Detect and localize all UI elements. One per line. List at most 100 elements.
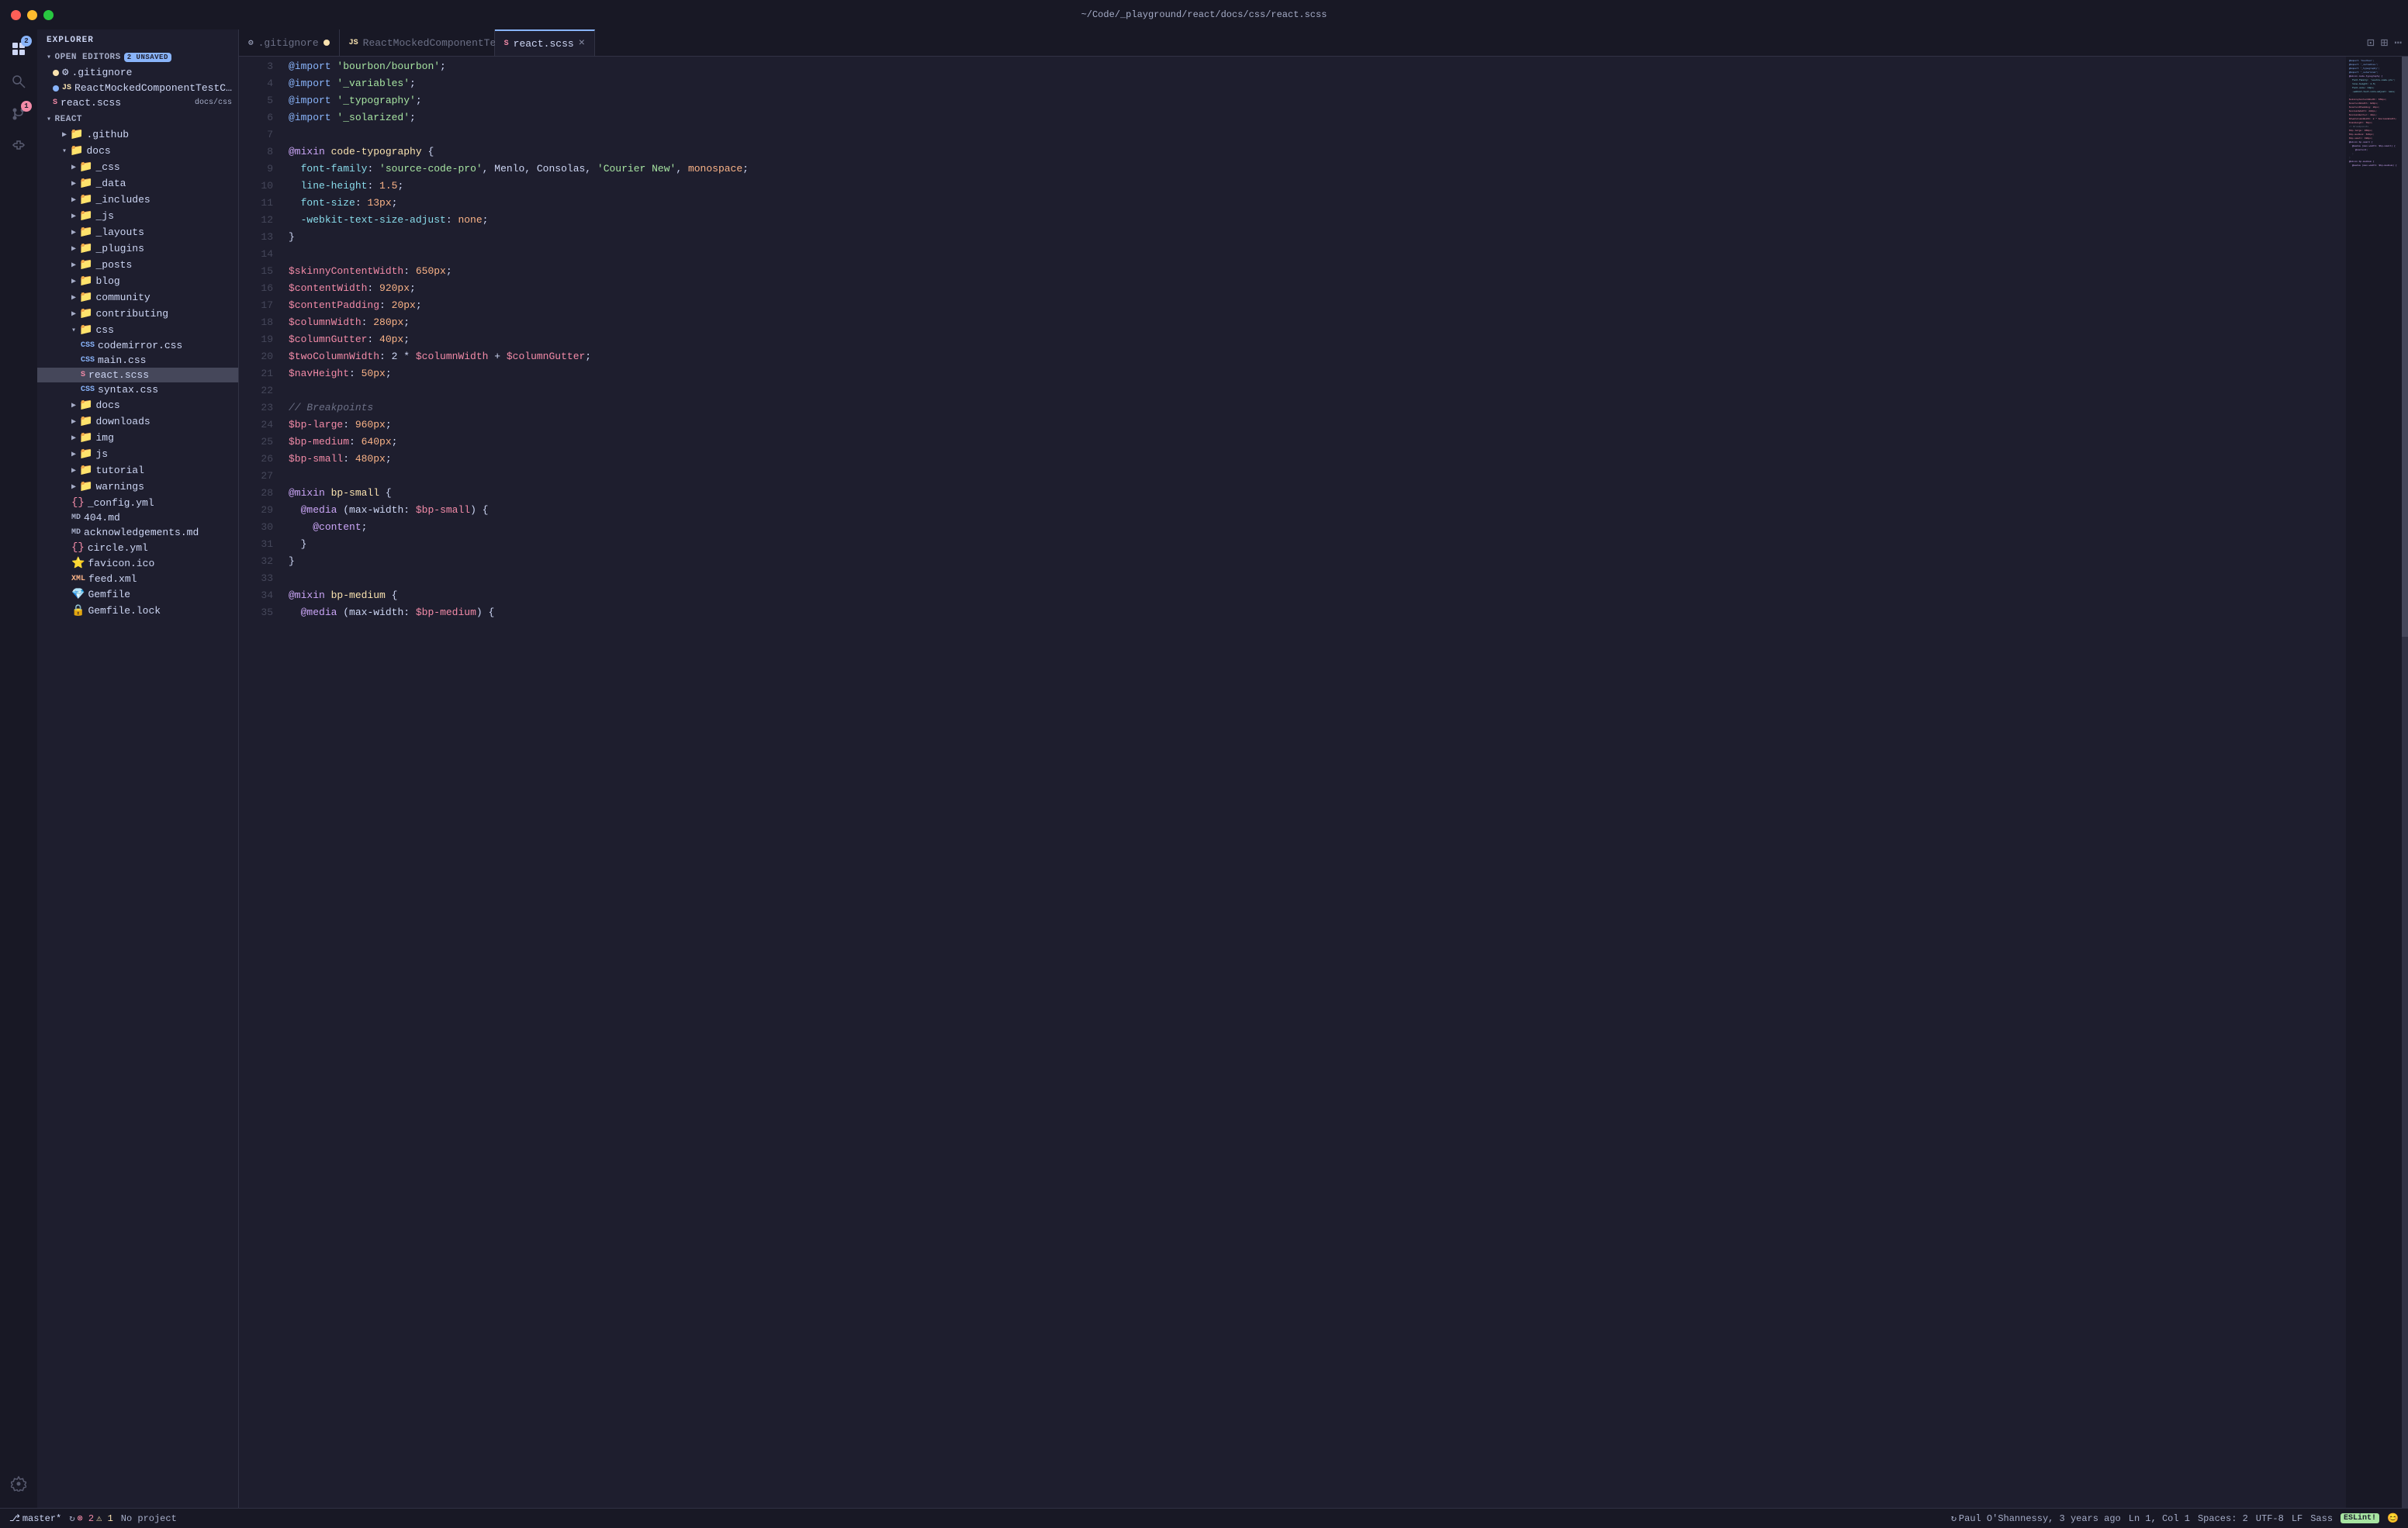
code-line-26: $bp-small: 480px;	[289, 451, 2346, 468]
tree-config-yml[interactable]: {} _config.yml	[37, 495, 238, 510]
tree-main-css[interactable]: CSS main.css	[37, 353, 238, 368]
gitignore-modified-dot	[323, 40, 330, 46]
sync-button[interactable]: ↻ ⊗ 2 ⚠ 1	[69, 1512, 113, 1524]
tree-circle-yml[interactable]: {} circle.yml	[37, 540, 238, 555]
tree-favicon[interactable]: ⭐ favicon.ico	[37, 555, 238, 572]
code-line-29: @media (max-width: $bp-small) {	[289, 502, 2346, 519]
tree-gemfile[interactable]: 💎 Gemfile	[37, 586, 238, 603]
code-line-20: $twoColumnWidth: 2 * $columnWidth + $col…	[289, 348, 2346, 365]
layout-icon[interactable]: ⊞	[2381, 35, 2389, 50]
tree-404[interactable]: MD 404.md	[37, 510, 238, 525]
explorer-title: EXPLORER	[37, 29, 238, 48]
tree-downloads[interactable]: ▶ 📁 downloads	[37, 413, 238, 430]
tab-react-scss[interactable]: S react.scss ×	[495, 29, 595, 56]
language-mode[interactable]: Sass	[2310, 1513, 2333, 1524]
minimap-scrollbar[interactable]	[2402, 57, 2408, 1508]
editor-container: ⚙ .gitignore JS ReactMockedComponentTest…	[239, 29, 2408, 1508]
sync-icon: ↻	[69, 1512, 74, 1524]
tree-feed-xml[interactable]: XML feed.xml	[37, 572, 238, 586]
code-line-19: $columnGutter: 40px;	[289, 331, 2346, 348]
tree-codemirror[interactable]: CSS codemirror.css	[37, 338, 238, 353]
tree-js[interactable]: ▶ 📁 _js	[37, 208, 238, 224]
community-name: community	[95, 292, 150, 303]
activity-settings[interactable]	[4, 1469, 33, 1499]
split-editor-icon[interactable]: ⊡	[2367, 35, 2375, 50]
code-line-5: @import '_typography';	[289, 92, 2346, 109]
close-button[interactable]	[11, 10, 21, 20]
includes-chevron: ▶	[71, 195, 76, 205]
tree-gemfile-lock[interactable]: 🔒 Gemfile.lock	[37, 603, 238, 619]
open-file-react-scss[interactable]: S react.scss docs/css	[37, 95, 238, 110]
tree-posts[interactable]: ▶ 📁 _posts	[37, 257, 238, 273]
js-chevron: ▶	[71, 212, 76, 221]
main-container: 2 1	[0, 29, 2408, 1508]
tree-data[interactable]: ▶ 📁 _data	[37, 175, 238, 192]
git-branch[interactable]: ⎇ master*	[9, 1512, 61, 1524]
contributing-chevron: ▶	[71, 309, 76, 319]
js-icon: JS	[62, 84, 71, 92]
tree-plugins[interactable]: ▶ 📁 _plugins	[37, 240, 238, 257]
indent-size[interactable]: Spaces: 2	[2198, 1513, 2248, 1524]
activity-source-control[interactable]: 1	[4, 99, 33, 129]
docs-name: docs	[86, 145, 110, 157]
emoji-status: 😊	[2387, 1512, 2399, 1524]
open-editors-label: OPEN EDITORS	[55, 53, 121, 62]
plugins-chevron: ▶	[71, 244, 76, 254]
open-file-gitignore[interactable]: ⚙ .gitignore	[37, 64, 238, 81]
minimap-thumb[interactable]	[2402, 57, 2408, 637]
code-line-31: }	[289, 536, 2346, 553]
tab-react-component[interactable]: JS ReactMockedComponentTestComponent.js	[340, 29, 495, 56]
gitignore-tab-label: .gitignore	[258, 37, 319, 49]
tree-acknowledgements[interactable]: MD acknowledgements.md	[37, 525, 238, 540]
code-editor[interactable]: @import 'bourbon/bourbon'; @import '_var…	[279, 57, 2346, 1508]
css-name: _css	[95, 161, 119, 173]
tree-blog[interactable]: ▶ 📁 blog	[37, 273, 238, 289]
activity-search[interactable]	[4, 67, 33, 96]
status-right: ↻ Paul O'Shannessy, 3 years ago Ln 1, Co…	[1951, 1512, 2399, 1524]
react-scss-path: docs/css	[195, 99, 232, 107]
more-actions-icon[interactable]: ⋯	[2394, 35, 2402, 50]
branch-name: master*	[22, 1513, 61, 1524]
tab-gitignore[interactable]: ⚙ .gitignore	[239, 29, 340, 56]
tree-docs[interactable]: ▾ 📁 docs	[37, 143, 238, 159]
tree-includes[interactable]: ▶ 📁 _includes	[37, 192, 238, 208]
explorer-badge: 2	[21, 36, 32, 47]
react-scss-tab-close[interactable]: ×	[579, 37, 585, 50]
tree-js-folder[interactable]: ▶ 📁 js	[37, 446, 238, 462]
activity-explorer[interactable]: 2	[4, 34, 33, 64]
minimize-button[interactable]	[27, 10, 37, 20]
minimap: @import 'bourbon'; @import '_variables';…	[2346, 57, 2408, 1508]
sidebar: EXPLORER ▾ OPEN EDITORS 2 UNSAVED ⚙ .git…	[37, 29, 239, 1508]
tree-github[interactable]: ▶ 📁 .github	[37, 126, 238, 143]
js-folder-icon: 📁	[79, 209, 92, 223]
docs-sub-icon: 📁	[79, 399, 92, 412]
eslint-status[interactable]: ESLint!	[2341, 1513, 2379, 1523]
tree-img[interactable]: ▶ 📁 img	[37, 430, 238, 446]
tree-contributing[interactable]: ▶ 📁 contributing	[37, 306, 238, 322]
docs-sub-name: docs	[95, 399, 119, 411]
tree-syntax-css[interactable]: CSS syntax.css	[37, 382, 238, 397]
window-controls[interactable]	[11, 10, 54, 20]
warnings-chevron: ▶	[71, 482, 76, 492]
cursor-position[interactable]: Ln 1, Col 1	[2129, 1513, 2190, 1524]
open-file-react-component[interactable]: JS ReactMockedComponentTestComp...	[37, 81, 238, 95]
tree-react-scss[interactable]: S react.scss	[37, 368, 238, 382]
open-editors-chevron: ▾	[47, 53, 52, 62]
tree-community[interactable]: ▶ 📁 community	[37, 289, 238, 306]
tree-css-folder[interactable]: ▾ 📁 css	[37, 322, 238, 338]
tree-warnings[interactable]: ▶ 📁 warnings	[37, 479, 238, 495]
tree-tutorial[interactable]: ▶ 📁 tutorial	[37, 462, 238, 479]
modified-indicator	[53, 70, 59, 76]
tree-docs-sub[interactable]: ▶ 📁 docs	[37, 397, 238, 413]
tree-layouts[interactable]: ▶ 📁 _layouts	[37, 224, 238, 240]
code-line-9: font-family: 'source-code-pro', Menlo, C…	[289, 161, 2346, 178]
encoding[interactable]: UTF-8	[2256, 1513, 2284, 1524]
ack-name: acknowledgements.md	[84, 527, 199, 538]
react-group[interactable]: ▾ REACT	[37, 110, 238, 126]
maximize-button[interactable]	[43, 10, 54, 20]
line-ending[interactable]: LF	[2292, 1513, 2302, 1524]
open-editors-group[interactable]: ▾ OPEN EDITORS 2 UNSAVED	[37, 48, 238, 64]
js-folder2-name: js	[95, 448, 108, 460]
activity-extensions[interactable]	[4, 132, 33, 161]
tree-css[interactable]: ▶ 📁 _css	[37, 159, 238, 175]
